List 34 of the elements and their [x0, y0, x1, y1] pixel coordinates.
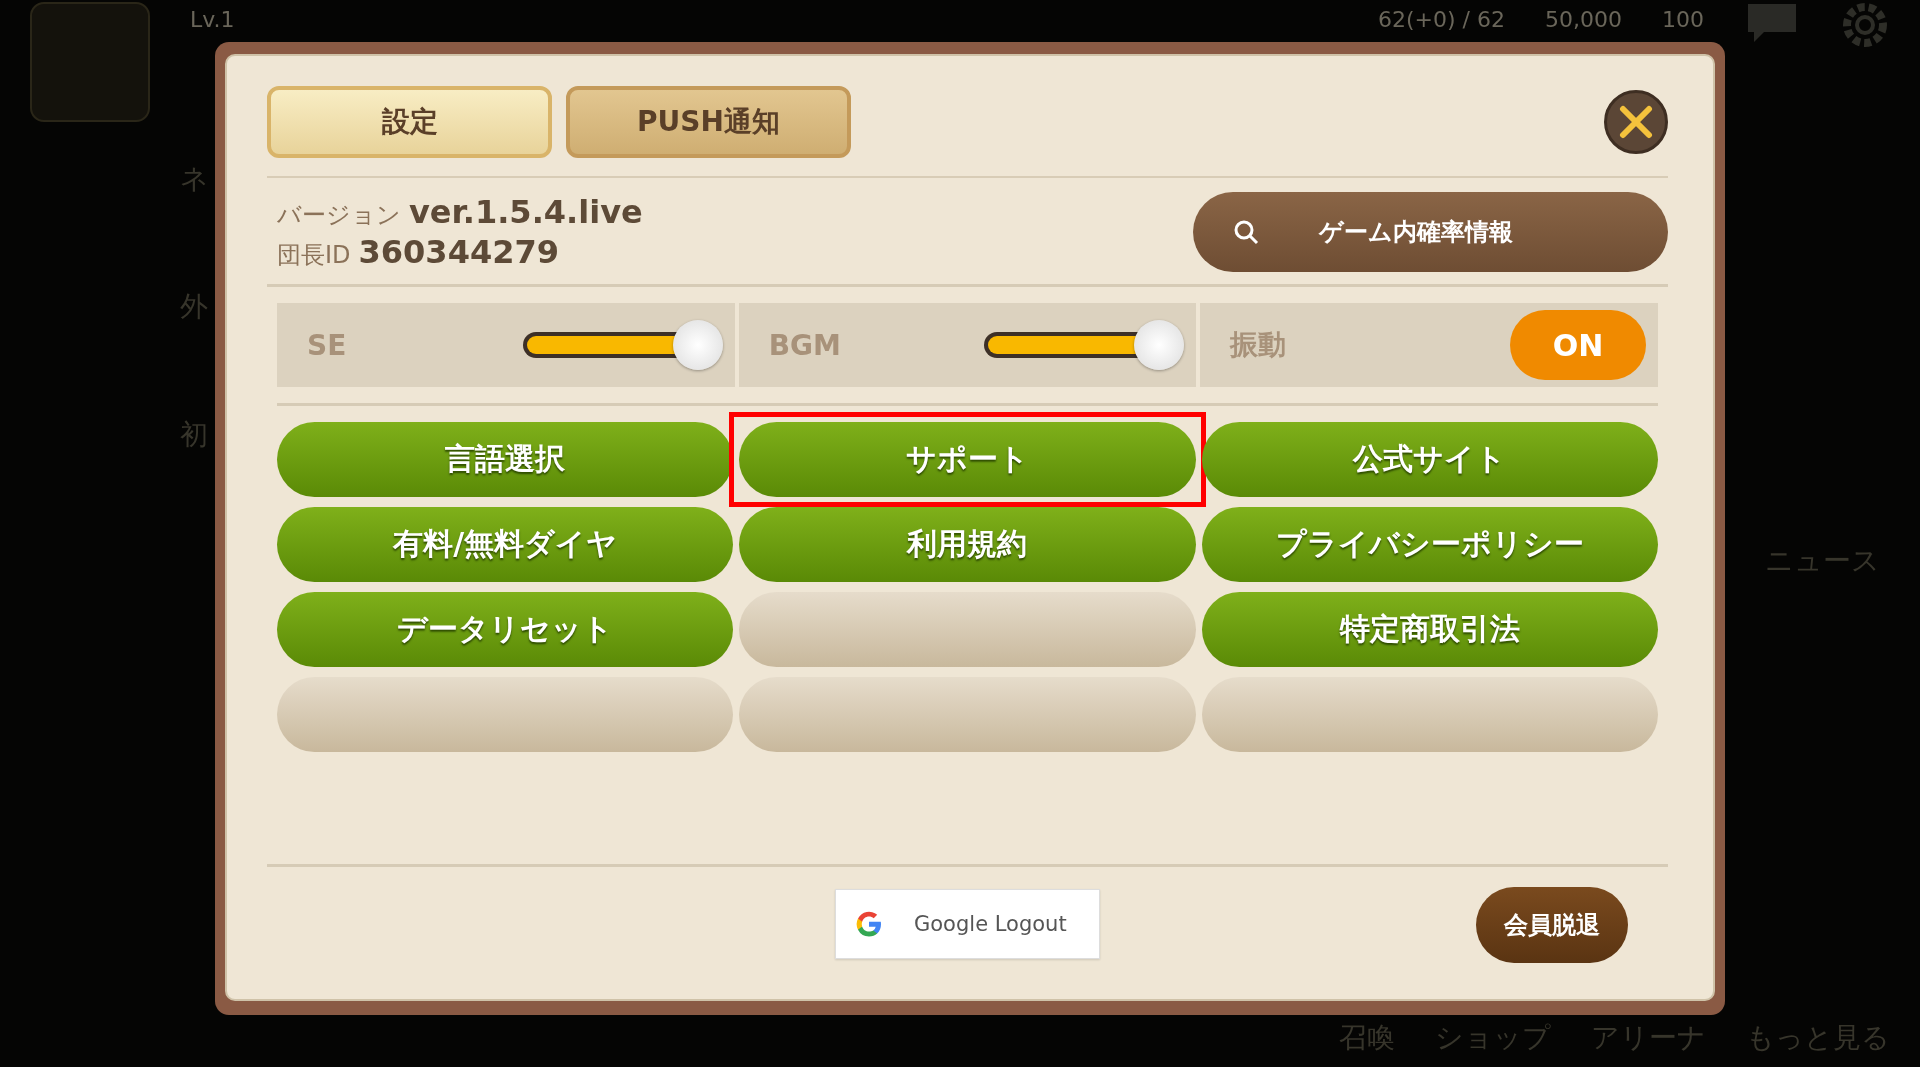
volume-slider[interactable]: [522, 320, 723, 370]
tab[interactable]: PUSH通知: [566, 86, 851, 158]
settings-icon[interactable]: [1840, 0, 1890, 50]
setting-label: 振動: [1230, 327, 1287, 363]
slider-thumb[interactable]: [1134, 320, 1185, 370]
setting-label: BGM: [768, 328, 841, 362]
close-icon: [1619, 105, 1653, 139]
resource-count: 100: [1662, 6, 1704, 34]
probability-info-button[interactable]: ゲーム内確率情報: [1193, 192, 1668, 272]
menu-button[interactable]: プライバシーポリシー: [1201, 507, 1658, 582]
menu-button[interactable]: データリセット: [277, 592, 734, 667]
google-logo-icon: [854, 909, 884, 939]
id-label: 団長ID: [277, 240, 351, 271]
menu-button[interactable]: 有料/無料ダイヤ: [277, 507, 734, 582]
google-logout-button[interactable]: Google Logout: [835, 889, 1100, 959]
menu-button[interactable]: サポート: [739, 422, 1196, 497]
withdraw-button[interactable]: 会員脱退: [1476, 887, 1628, 963]
setting-label: SE: [307, 328, 347, 362]
version-value: ver.1.5.4.live: [409, 193, 643, 231]
id-value: 360344279: [358, 233, 559, 271]
level-label: Lv.1: [190, 6, 235, 34]
menu-button[interactable]: 公式サイト: [1201, 422, 1658, 497]
toggle-button[interactable]: ON: [1510, 310, 1646, 380]
menu-button[interactable]: 特定商取引法: [1201, 592, 1658, 667]
avatar-placeholder[interactable]: [30, 2, 150, 122]
resource-count: 62(+0) / 62: [1378, 6, 1505, 34]
slider-thumb[interactable]: [672, 320, 723, 370]
tab[interactable]: 設定: [267, 86, 552, 158]
resource-count: 50,000: [1545, 6, 1622, 34]
close-button[interactable]: [1604, 90, 1668, 154]
volume-slider[interactable]: [984, 320, 1185, 370]
search-icon: [1233, 219, 1259, 245]
menu-button[interactable]: 利用規約: [739, 507, 1196, 582]
version-label: バージョン: [277, 200, 401, 231]
